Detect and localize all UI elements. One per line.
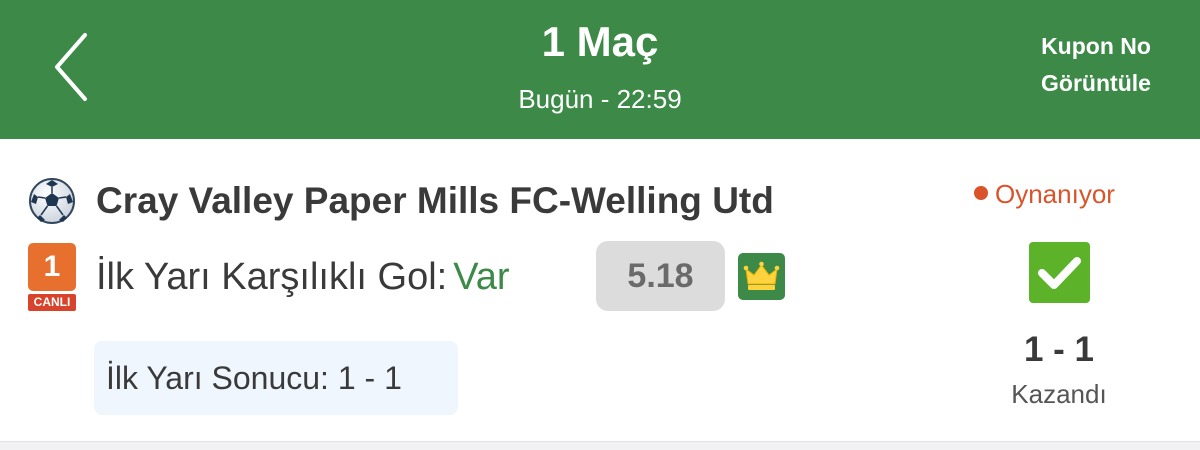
soccer-ball-icon bbox=[28, 177, 76, 225]
kupon-label-line1: Kupon No bbox=[1041, 33, 1151, 59]
page-subtitle: Bugün - 22:59 bbox=[518, 84, 682, 114]
header-bar: 1 Maç Bugün - 22:59 Kupon No Görüntüle bbox=[0, 0, 1200, 139]
live-badge-icon: 1 CANLI bbox=[28, 243, 76, 311]
match-card[interactable]: Cray Valley Paper Mills FC-Welling Utd O… bbox=[0, 139, 1200, 442]
half-time-result: İlk Yarı Sonucu: 1 - 1 bbox=[106, 360, 402, 396]
bet-market-label: İlk Yarı Karşılıklı Gol: bbox=[96, 256, 448, 298]
crown-icon[interactable] bbox=[738, 253, 785, 300]
match-score: 1 - 1 bbox=[1023, 330, 1095, 369]
match-name: Cray Valley Paper Mills FC-Welling Utd bbox=[96, 180, 774, 221]
view-coupon-no-button[interactable]: Kupon No Görüntüle bbox=[1026, 28, 1166, 102]
bet-value: Var bbox=[453, 256, 510, 298]
live-badge-number: 1 bbox=[28, 243, 76, 291]
match-status-label: Oynanıyor bbox=[995, 179, 1115, 209]
check-icon bbox=[1029, 242, 1090, 303]
kupon-label-line2: Görüntüle bbox=[1041, 70, 1151, 96]
bet-selection: İlk Yarı Karşılıklı Gol: Var bbox=[96, 251, 510, 303]
live-badge-label: CANLI bbox=[28, 294, 76, 311]
page-title: 1 Maç bbox=[541, 18, 659, 65]
half-time-result-box: İlk Yarı Sonucu: 1 - 1 bbox=[94, 341, 458, 415]
bet-result: Kazandı bbox=[1011, 379, 1107, 409]
match-status: Oynanıyor bbox=[974, 177, 1115, 211]
odds-button[interactable]: 5.18 bbox=[596, 241, 725, 311]
live-dot-icon bbox=[974, 186, 988, 201]
